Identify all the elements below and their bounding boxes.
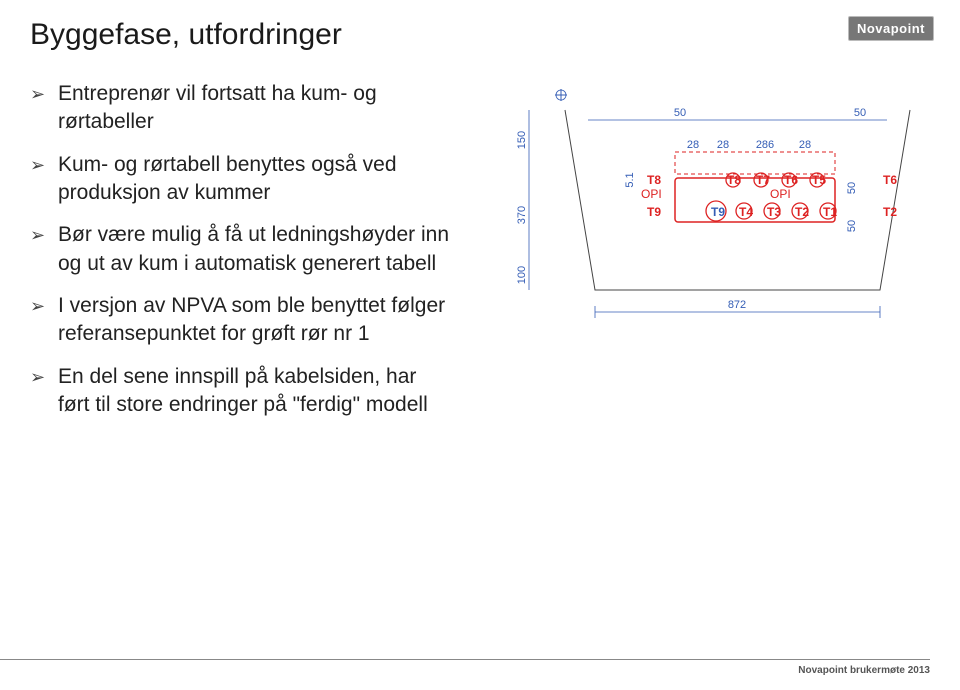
- trench-outline: [565, 110, 910, 290]
- reference-cross-icon: [555, 89, 567, 101]
- dim-left-lower: 100: [516, 266, 528, 284]
- dim-mid-a: 28: [687, 139, 699, 151]
- dim-right-lower: 50: [846, 220, 858, 232]
- dim-left-mid: 370: [516, 206, 528, 224]
- dim-mid-b: 28: [717, 139, 729, 151]
- page-title: Byggefase, utfordringer: [30, 18, 930, 52]
- list-item: Entreprenør vil fortsatt ha kum- og rørt…: [58, 80, 452, 137]
- dim-mid-c: 286: [756, 139, 774, 151]
- cross-section-diagram: 50 50 28 28 286 28 5.1 50 50 OPI OPI: [470, 80, 930, 433]
- dim-mid-d: 28: [799, 139, 811, 151]
- dim-top-right: 50: [854, 107, 866, 119]
- node-label-T9b: T9: [711, 205, 725, 219]
- node-label-T2r: T2: [883, 205, 897, 219]
- diagram-svg: 50 50 28 28 286 28 5.1 50 50 OPI OPI: [485, 80, 915, 390]
- opi-label-left: OPI: [641, 187, 662, 201]
- dim-left-upper: 150: [516, 131, 528, 149]
- footer-text: Novapoint brukermøte 2013: [798, 665, 930, 676]
- node-label-T8: T8: [647, 173, 661, 187]
- brand-badge: Novapoint: [848, 16, 934, 41]
- bullet-list: Entreprenør vil fortsatt ha kum- og rørt…: [30, 80, 470, 433]
- node-label-T9: T9: [647, 205, 661, 219]
- list-item: Kum- og rørtabell benyttes også ved prod…: [58, 151, 452, 208]
- list-item: I versjon av NPVA som ble benyttet følge…: [58, 292, 452, 349]
- upper-cable-box: [675, 152, 835, 174]
- node-label-T8b: T8: [727, 173, 741, 187]
- dim-inner: 5.1: [624, 172, 636, 187]
- node-label-T6r: T6: [883, 173, 897, 187]
- dim-bottom: 872: [728, 299, 746, 311]
- opi-label-right: OPI: [770, 187, 791, 201]
- dim-right-upper: 50: [846, 182, 858, 194]
- list-item: Bør være mulig å få ut ledningshøyder in…: [58, 221, 452, 278]
- dim-top-left: 50: [674, 107, 686, 119]
- list-item: En del sene innspill på kabelsiden, har …: [58, 363, 452, 420]
